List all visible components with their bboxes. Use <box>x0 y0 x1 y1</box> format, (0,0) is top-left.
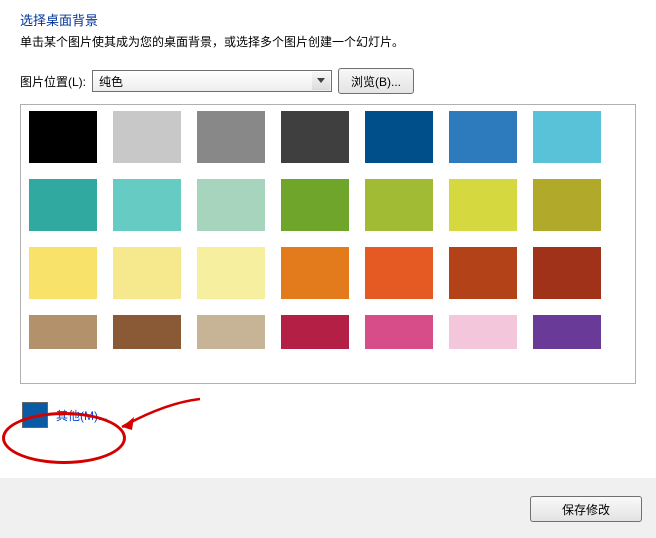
browse-button[interactable]: 浏览(B)... <box>338 68 414 94</box>
color-swatch[interactable] <box>449 111 517 163</box>
browse-button-label: 浏览(B)... <box>351 73 401 90</box>
color-swatch[interactable] <box>365 315 433 349</box>
color-grid <box>20 104 636 384</box>
color-swatch[interactable] <box>365 179 433 231</box>
color-swatch[interactable] <box>449 247 517 299</box>
color-swatch[interactable] <box>281 111 349 163</box>
color-swatch[interactable] <box>197 179 265 231</box>
location-select[interactable]: 纯色 <box>92 70 332 92</box>
save-button-label: 保存修改 <box>562 501 610 518</box>
color-swatch[interactable] <box>281 179 349 231</box>
other-color-link[interactable]: 其他(M)... <box>56 407 108 424</box>
color-swatch[interactable] <box>197 111 265 163</box>
color-swatch[interactable] <box>449 179 517 231</box>
footer-bar: 保存修改 <box>0 478 656 538</box>
color-swatch[interactable] <box>113 247 181 299</box>
color-swatch[interactable] <box>533 179 601 231</box>
color-swatch[interactable] <box>365 111 433 163</box>
color-swatch[interactable] <box>533 111 601 163</box>
color-swatch[interactable] <box>533 315 601 349</box>
chevron-down-icon <box>312 72 330 90</box>
color-swatch[interactable] <box>197 315 265 349</box>
color-swatch[interactable] <box>113 315 181 349</box>
other-color-swatch[interactable] <box>22 402 48 428</box>
color-swatch[interactable] <box>29 315 97 349</box>
color-swatch[interactable] <box>113 179 181 231</box>
save-button[interactable]: 保存修改 <box>530 496 642 522</box>
color-swatch[interactable] <box>533 247 601 299</box>
location-select-value: 纯色 <box>99 73 123 90</box>
page-subtitle: 单击某个图片使其成为您的桌面背景，或选择多个图片创建一个幻灯片。 <box>20 33 636 50</box>
color-swatch[interactable] <box>197 247 265 299</box>
page-title: 选择桌面背景 <box>20 10 636 29</box>
location-label: 图片位置(L): <box>20 73 86 90</box>
color-swatch[interactable] <box>281 315 349 349</box>
color-swatch[interactable] <box>281 247 349 299</box>
color-swatch[interactable] <box>113 111 181 163</box>
color-swatch[interactable] <box>449 315 517 349</box>
color-swatch[interactable] <box>29 111 97 163</box>
color-swatch[interactable] <box>29 247 97 299</box>
color-swatch[interactable] <box>29 179 97 231</box>
color-swatch[interactable] <box>365 247 433 299</box>
